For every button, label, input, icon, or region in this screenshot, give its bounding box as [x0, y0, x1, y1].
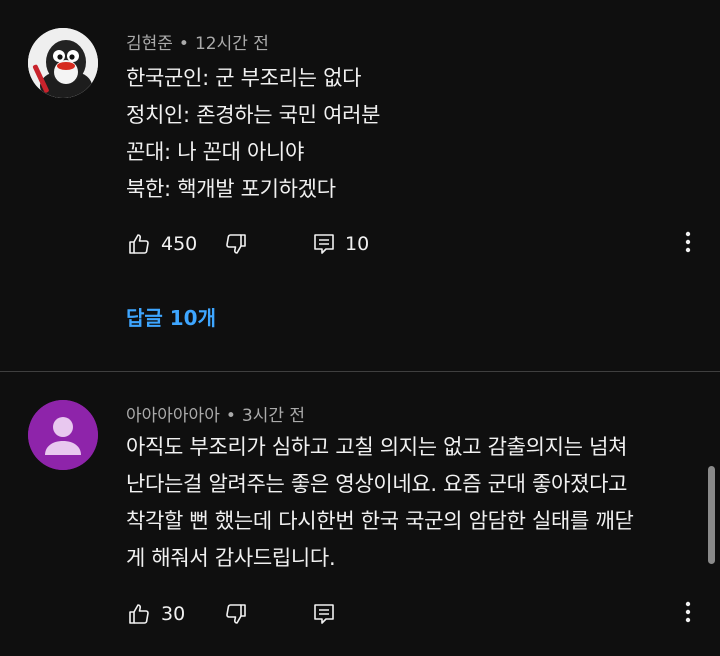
- thumbs-down-icon: [224, 232, 248, 256]
- meta-separator: •: [178, 34, 189, 54]
- penguin-avatar[interactable]: [28, 28, 98, 98]
- comment-text-line: 아직도 부조리가 심하고 고칠 의지는 없고 감출의지는 넘쳐: [126, 435, 628, 459]
- scrollbar-thumb[interactable]: [708, 466, 715, 564]
- thumbs-up-icon: [127, 602, 151, 626]
- comment-item: 김현준 • 12시간 전 한국군인: 군 부조리는 없다 정치인: 존경하는 국민 …: [0, 0, 720, 370]
- thumbs-down-icon: [224, 602, 248, 626]
- like-count: 450: [161, 233, 198, 255]
- comment-text-line: 게 해줘서 감사드립니다.: [126, 546, 336, 570]
- more-options-button[interactable]: [674, 594, 702, 634]
- reply-button[interactable]: [313, 594, 335, 634]
- thumbs-up-icon: [127, 232, 151, 256]
- comments-page: 김현준 • 12시간 전 한국군인: 군 부조리는 없다 정치인: 존경하는 국민 …: [0, 0, 720, 656]
- comment-text-line: 한국군인: 군 부조리는 없다: [126, 66, 362, 90]
- dislike-button[interactable]: [224, 224, 248, 264]
- comment-text-line: 북한: 핵개발 포기하겠다: [126, 177, 336, 201]
- comment-time[interactable]: 12시간 전: [195, 34, 269, 54]
- reply-button[interactable]: 10: [313, 224, 369, 264]
- more-options-button[interactable]: [674, 224, 702, 264]
- comment-actions: 450 10: [0, 224, 720, 264]
- comment-text-line: 정치인: 존경하는 국민 여러분: [126, 103, 381, 127]
- comment-actions: 30: [0, 594, 720, 634]
- comment-time[interactable]: 3시간 전: [242, 406, 305, 426]
- comment-author[interactable]: 김현준: [126, 34, 173, 54]
- dislike-button[interactable]: [224, 594, 248, 634]
- more-vert-icon: [685, 231, 691, 257]
- comment-author[interactable]: 아아아아아아: [126, 406, 220, 426]
- reply-count: 10: [345, 233, 370, 255]
- like-count: 30: [161, 603, 186, 625]
- comment-text-line: 꼰대: 나 꼰대 아니야: [126, 140, 305, 164]
- view-replies-link[interactable]: 답글 10개: [126, 302, 216, 331]
- comment-meta: 김현준 • 12시간 전: [126, 29, 269, 54]
- meta-separator: •: [225, 406, 236, 426]
- more-vert-icon: [685, 601, 691, 627]
- comment-meta: 아아아아아아 • 3시간 전: [126, 401, 305, 426]
- comment-reply-icon: [313, 602, 335, 626]
- comment-text-line: 난다는걸 알려주는 좋은 영상이네요. 요즘 군대 좋아졌다고: [126, 472, 628, 496]
- comment-text-line: 착각할 뻔 했는데 다시한번 한국 국군의 암담한 실태를 깨닫: [126, 509, 634, 533]
- comment-reply-icon: [313, 232, 335, 256]
- like-button[interactable]: 30: [127, 594, 185, 634]
- comment-item: 아아아아아아 • 3시간 전 아직도 부조리가 심하고 고칠 의지는 없고 감출의지…: [0, 372, 720, 656]
- default-user-avatar[interactable]: [28, 400, 98, 470]
- like-button[interactable]: 450: [127, 224, 197, 264]
